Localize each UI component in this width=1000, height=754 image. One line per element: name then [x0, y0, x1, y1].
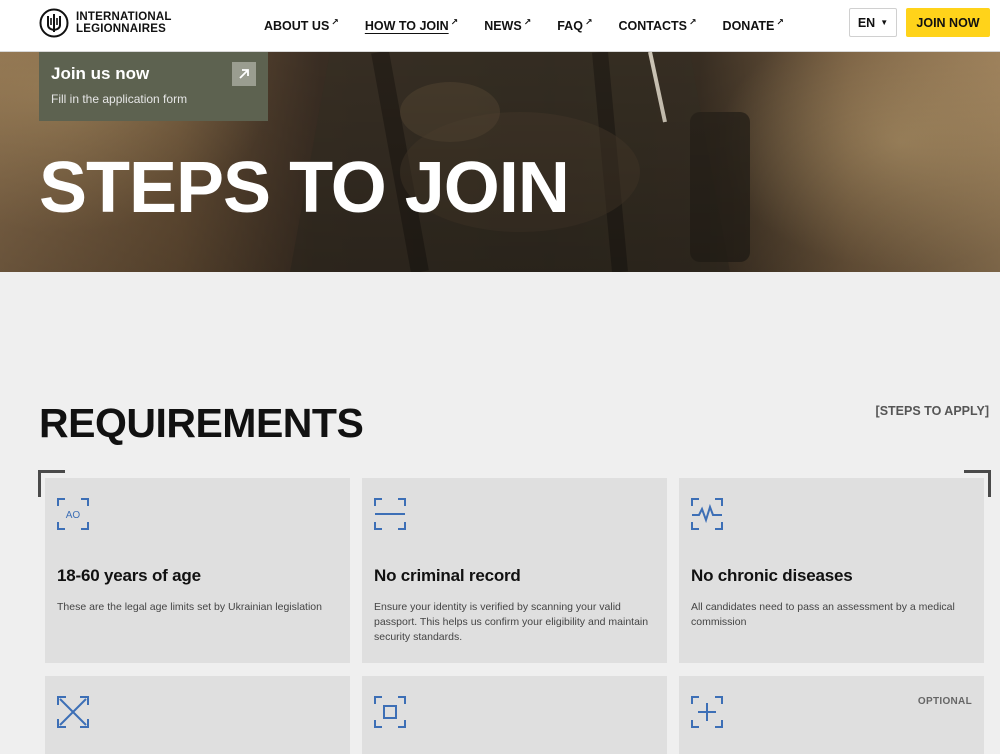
- external-arrow-icon: ↗: [689, 17, 697, 27]
- card-description: These are the legal age limits set by Uk…: [57, 601, 322, 613]
- nav-label: HOW TO JOIN: [364, 19, 449, 33]
- nav-donate[interactable]: DONATE ↗: [722, 17, 784, 33]
- card-title: 18-60 years of age: [57, 566, 201, 585]
- requirements-heading: REQUIREMENTS: [39, 400, 364, 446]
- expand-icon: [57, 696, 89, 728]
- age-icon: AO: [57, 498, 89, 530]
- nav-label: NEWS: [484, 19, 522, 33]
- logo-text: INTERNATIONAL LEGIONNAIRES: [76, 11, 172, 35]
- card-description: All candidates need to pass an assessmen…: [691, 601, 955, 628]
- trident-logo-icon: [39, 8, 69, 38]
- nav-label: FAQ: [557, 19, 583, 33]
- nav-news[interactable]: NEWS ↗: [484, 17, 532, 33]
- requirement-card-5: [362, 676, 667, 754]
- card-title: No criminal record: [374, 566, 521, 585]
- site-logo[interactable]: INTERNATIONAL LEGIONNAIRES: [39, 8, 172, 38]
- nav-faq[interactable]: FAQ ↗: [557, 17, 593, 33]
- nav-contacts[interactable]: CONTACTS ↗: [618, 17, 697, 33]
- nav-about-us[interactable]: ABOUT US ↗: [264, 17, 339, 33]
- site-header: INTERNATIONAL LEGIONNAIRES ABOUT US ↗ HOW…: [0, 0, 1000, 52]
- nav-how-to-join[interactable]: HOW TO JOIN ↗: [364, 17, 459, 33]
- join-card-subtitle: Fill in the application form: [51, 92, 188, 106]
- logo-line-2: LEGIONNAIRES: [76, 23, 166, 35]
- nav-label: ABOUT US: [264, 19, 330, 33]
- requirement-card-criminal-record: No criminal record Ensure your identity …: [362, 478, 667, 663]
- steps-to-apply-link[interactable]: [STEPS TO APPLY]: [876, 404, 989, 418]
- optional-badge: OPTIONAL: [917, 696, 972, 707]
- card-description: Ensure your identity is verified by scan…: [374, 601, 649, 643]
- external-arrow-icon: ↗: [776, 17, 784, 27]
- requirement-card-age: AO 18-60 years of age These are the lega…: [45, 478, 350, 663]
- external-arrow-icon: ↗: [523, 17, 532, 27]
- external-arrow-icon: ↗: [331, 17, 339, 27]
- language-selector[interactable]: EN ▼: [849, 8, 897, 37]
- heartbeat-icon: [691, 498, 723, 530]
- language-label: EN: [857, 15, 876, 30]
- external-link-icon: [232, 62, 256, 86]
- join-us-card[interactable]: Join us now Fill in the application form: [39, 52, 268, 121]
- external-arrow-icon: ↗: [450, 17, 459, 27]
- external-arrow-icon: ↗: [584, 17, 593, 27]
- requirement-card-6: OPTIONAL: [679, 676, 984, 754]
- chevron-down-icon: ▼: [880, 18, 889, 27]
- requirement-card-4: [45, 676, 350, 754]
- main-nav: ABOUT US ↗ HOW TO JOIN ↗ NEWS ↗ FAQ ↗ CONTAC…: [264, 0, 810, 52]
- focus-icon: [374, 696, 406, 728]
- plus-frame-icon: [691, 696, 723, 728]
- nav-label: DONATE: [722, 19, 775, 33]
- logo-line-1: INTERNATIONAL: [76, 11, 172, 23]
- scan-icon: [374, 498, 406, 530]
- nav-label: CONTACTS: [618, 19, 687, 33]
- join-now-button[interactable]: JOIN NOW: [906, 8, 990, 37]
- page-title: STEPS TO JOIN: [39, 148, 570, 228]
- card-title: No chronic diseases: [691, 566, 853, 585]
- join-card-title: Join us now: [51, 64, 150, 83]
- svg-text:AO: AO: [66, 510, 81, 521]
- requirement-card-chronic-diseases: No chronic diseases All candidates need …: [679, 478, 984, 663]
